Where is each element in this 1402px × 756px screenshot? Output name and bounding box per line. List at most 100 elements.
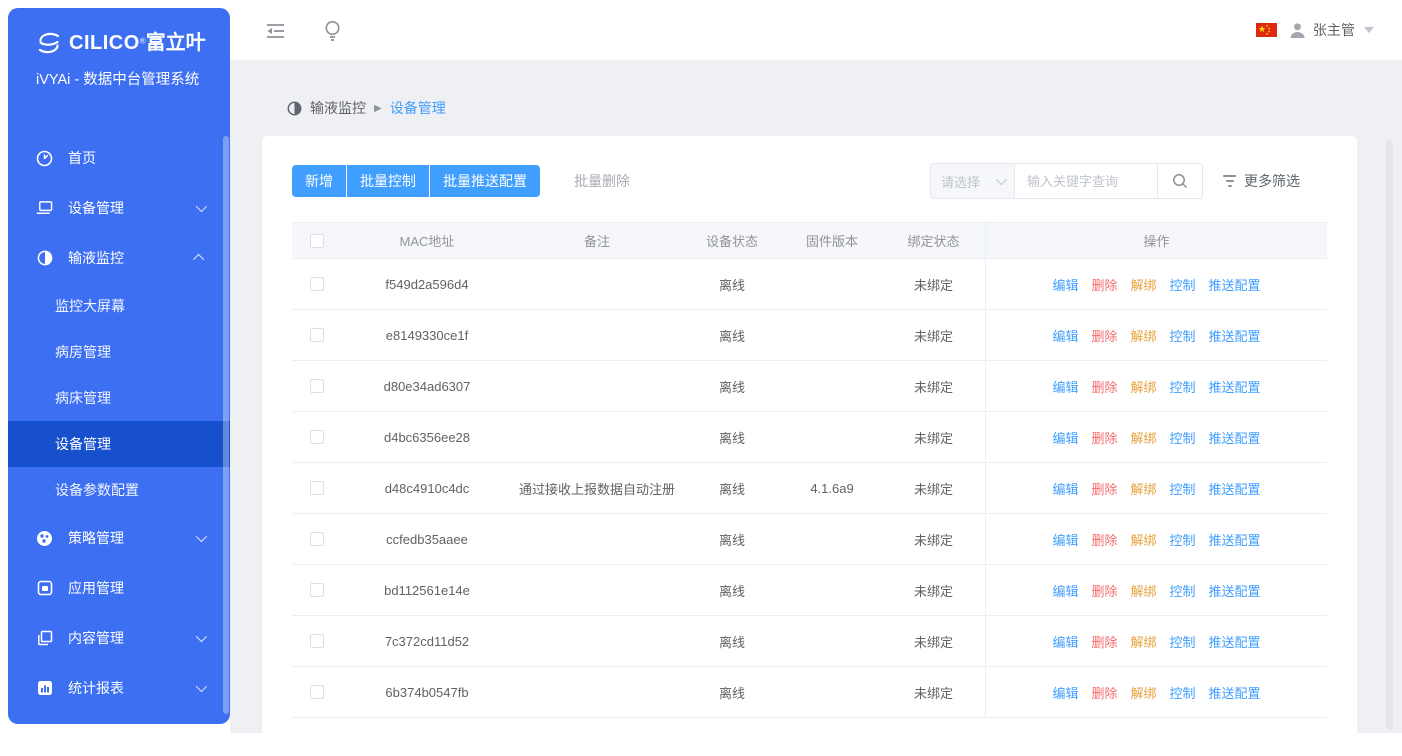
unbind-link[interactable]: 解绑 [1130,326,1156,345]
push-config-link[interactable]: 推送配置 [1209,632,1261,651]
keyword-search-input[interactable] [1015,164,1157,198]
row-checkbox[interactable] [310,634,324,648]
search-button[interactable] [1157,164,1202,198]
more-filters-button[interactable]: 更多筛选 [1223,171,1300,191]
delete-link[interactable]: 删除 [1091,428,1117,447]
edit-link[interactable]: 编辑 [1052,683,1078,702]
edit-link[interactable]: 编辑 [1052,428,1078,447]
row-checkbox[interactable] [310,328,324,342]
batch-push-config-button[interactable]: 批量推送配置 [430,165,540,197]
sidebar-subitem-ward-management[interactable]: 病房管理 [8,329,230,375]
sidebar-item-strategy-management[interactable]: 策略管理 [8,513,230,563]
unbind-link[interactable]: 解绑 [1130,683,1156,702]
add-button[interactable]: 新增 [292,165,346,197]
sidebar-item-label: 首页 [68,148,96,168]
delete-link[interactable]: 删除 [1091,632,1117,651]
delete-link[interactable]: 删除 [1091,275,1117,294]
sidebar-item-application-management[interactable]: 应用管理 [8,563,230,613]
binding-cell: 未绑定 [882,514,985,564]
batch-delete-button[interactable]: 批量删除 [574,171,630,191]
unbind-link[interactable]: 解绑 [1130,275,1156,294]
sidebar-item-statistics-reports[interactable]: 统计报表 [8,663,230,713]
control-link[interactable]: 控制 [1170,479,1196,498]
breadcrumb-section[interactable]: 输液监控 [310,98,366,118]
column-header-status: 设备状态 [682,223,782,258]
unbind-link[interactable]: 解绑 [1130,428,1156,447]
delete-link[interactable]: 删除 [1091,581,1117,600]
sidebar-item-infusion-monitoring[interactable]: 输液监控 [8,233,230,283]
row-checkbox[interactable] [310,430,324,444]
user-icon [1289,22,1306,39]
column-header-mac: MAC地址 [342,223,512,258]
row-checkbox[interactable] [310,277,324,291]
batch-control-button[interactable]: 批量控制 [347,165,429,197]
edit-link[interactable]: 编辑 [1052,632,1078,651]
mac-cell: d48c4910c4dc [342,463,512,513]
push-config-link[interactable]: 推送配置 [1209,581,1261,600]
control-link[interactable]: 控制 [1170,428,1196,447]
row-checkbox[interactable] [310,532,324,546]
control-link[interactable]: 控制 [1170,275,1196,294]
control-link[interactable]: 控制 [1170,377,1196,396]
edit-link[interactable]: 编辑 [1052,479,1078,498]
row-checkbox[interactable] [310,583,324,597]
row-checkbox[interactable] [310,379,324,393]
push-config-link[interactable]: 推送配置 [1209,326,1261,345]
push-config-link[interactable]: 推送配置 [1209,683,1261,702]
main-content-area: 输液监控 ▶ 设备管理 新增 批量控制 批量推送配置 批量删除 请选择 [230,60,1402,733]
sidebar: CILICO®富立叶 iVYAi - 数据中台管理系统 首页 设备管理 [8,8,230,724]
unbind-link[interactable]: 解绑 [1130,581,1156,600]
delete-link[interactable]: 删除 [1091,530,1117,549]
mac-cell: f549d2a596d4 [342,259,512,309]
control-link[interactable]: 控制 [1170,683,1196,702]
filter-icon [1223,175,1236,187]
page-scrollbar[interactable] [1386,140,1393,730]
row-checkbox[interactable] [310,481,324,495]
unbind-link[interactable]: 解绑 [1130,377,1156,396]
edit-link[interactable]: 编辑 [1052,581,1078,600]
table-row: d80e34ad6307 离线 未绑定 编辑 删除 解绑 控制 推送配置 [292,361,1327,412]
push-config-link[interactable]: 推送配置 [1209,479,1261,498]
binding-cell: 未绑定 [882,259,985,309]
unbind-link[interactable]: 解绑 [1130,479,1156,498]
sidebar-collapse-icon[interactable] [263,19,287,43]
sidebar-subitem-device-management-active[interactable]: 设备管理 [8,421,230,467]
sidebar-item-device-management[interactable]: 设备管理 [8,183,230,233]
control-link[interactable]: 控制 [1170,632,1196,651]
push-config-link[interactable]: 推送配置 [1209,377,1261,396]
control-link[interactable]: 控制 [1170,581,1196,600]
delete-link[interactable]: 删除 [1091,683,1117,702]
sidebar-scrollbar[interactable] [223,136,229,714]
push-config-link[interactable]: 推送配置 [1209,428,1261,447]
row-checkbox[interactable] [310,685,324,699]
control-link[interactable]: 控制 [1170,326,1196,345]
sidebar-subitem-bed-management[interactable]: 病床管理 [8,375,230,421]
sidebar-item-content-management[interactable]: 内容管理 [8,613,230,663]
sidebar-subitem-monitor-screen[interactable]: 监控大屏幕 [8,283,230,329]
filter-field-select[interactable]: 请选择 [931,164,1015,198]
select-all-checkbox[interactable] [310,234,324,248]
edit-link[interactable]: 编辑 [1052,275,1078,294]
status-cell: 离线 [682,463,782,513]
device-table: MAC地址 备注 设备状态 固件版本 绑定状态 操作 f549d2a596d4 … [292,222,1327,718]
mac-cell: d4bc6356ee28 [342,412,512,462]
push-config-link[interactable]: 推送配置 [1209,275,1261,294]
user-name: 张主管 [1313,20,1355,40]
push-config-link[interactable]: 推送配置 [1209,530,1261,549]
control-link[interactable]: 控制 [1170,530,1196,549]
delete-link[interactable]: 删除 [1091,326,1117,345]
edit-link[interactable]: 编辑 [1052,377,1078,396]
firmware-cell [782,361,882,411]
unbind-link[interactable]: 解绑 [1130,530,1156,549]
user-menu[interactable]: 张主管 [1289,20,1374,40]
delete-link[interactable]: 删除 [1091,377,1117,396]
sidebar-item-home[interactable]: 首页 [8,133,230,183]
sidebar-subitem-device-parameter-config[interactable]: 设备参数配置 [8,467,230,513]
edit-link[interactable]: 编辑 [1052,530,1078,549]
sidebar-subitem-label: 病房管理 [55,342,111,362]
edit-link[interactable]: 编辑 [1052,326,1078,345]
lightbulb-icon[interactable] [320,19,344,43]
unbind-link[interactable]: 解绑 [1130,632,1156,651]
breadcrumb-current[interactable]: 设备管理 [390,98,446,118]
delete-link[interactable]: 删除 [1091,479,1117,498]
